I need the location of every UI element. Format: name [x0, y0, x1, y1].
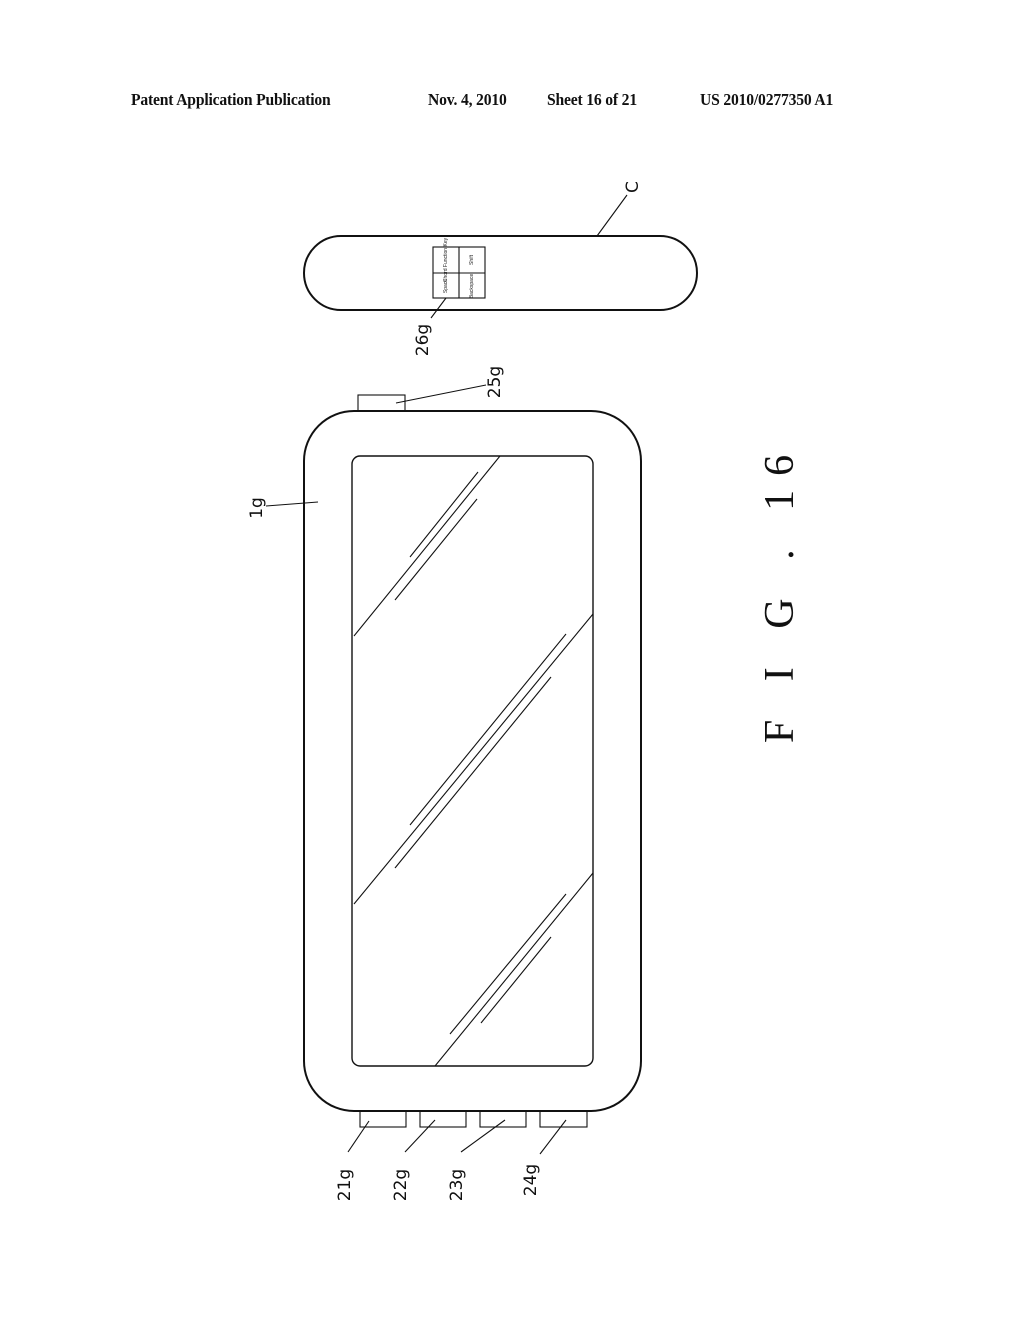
leader-24g [539, 1119, 567, 1155]
top-button-label: 25g [485, 366, 505, 398]
top-button-leader-line [395, 384, 487, 404]
key-space: Space [443, 279, 449, 293]
bottom-button-22g [419, 1110, 467, 1128]
device-1g: 25g 1g 21g 22g 23g 24g [247, 366, 642, 1201]
label-23g: 23g [447, 1169, 467, 1201]
keypad-label: 26g [413, 324, 433, 356]
label-22g: 22g [391, 1169, 411, 1201]
leader-21g [347, 1120, 370, 1153]
bottom-button-23g [479, 1110, 527, 1128]
key-chord-function: Chord Function Key [443, 237, 449, 282]
controller-c: C Chord Function Key Shift Space Backspa… [303, 181, 698, 356]
controller-body [303, 235, 698, 311]
label-24g: 24g [521, 1164, 541, 1196]
label-21g: 21g [335, 1169, 355, 1201]
controller-label: C [623, 181, 643, 193]
patent-figure: C Chord Function Key Shift Space Backspa… [247, 181, 803, 1201]
figure-caption: F I G . 16 [757, 441, 803, 743]
bottom-button-24g [539, 1110, 588, 1128]
controller-leader-line [596, 194, 628, 237]
body-label: 1g [247, 497, 267, 519]
key-backspace: Backspace [469, 274, 475, 299]
key-shift: Shift [469, 254, 475, 265]
leader-23g [460, 1119, 506, 1153]
